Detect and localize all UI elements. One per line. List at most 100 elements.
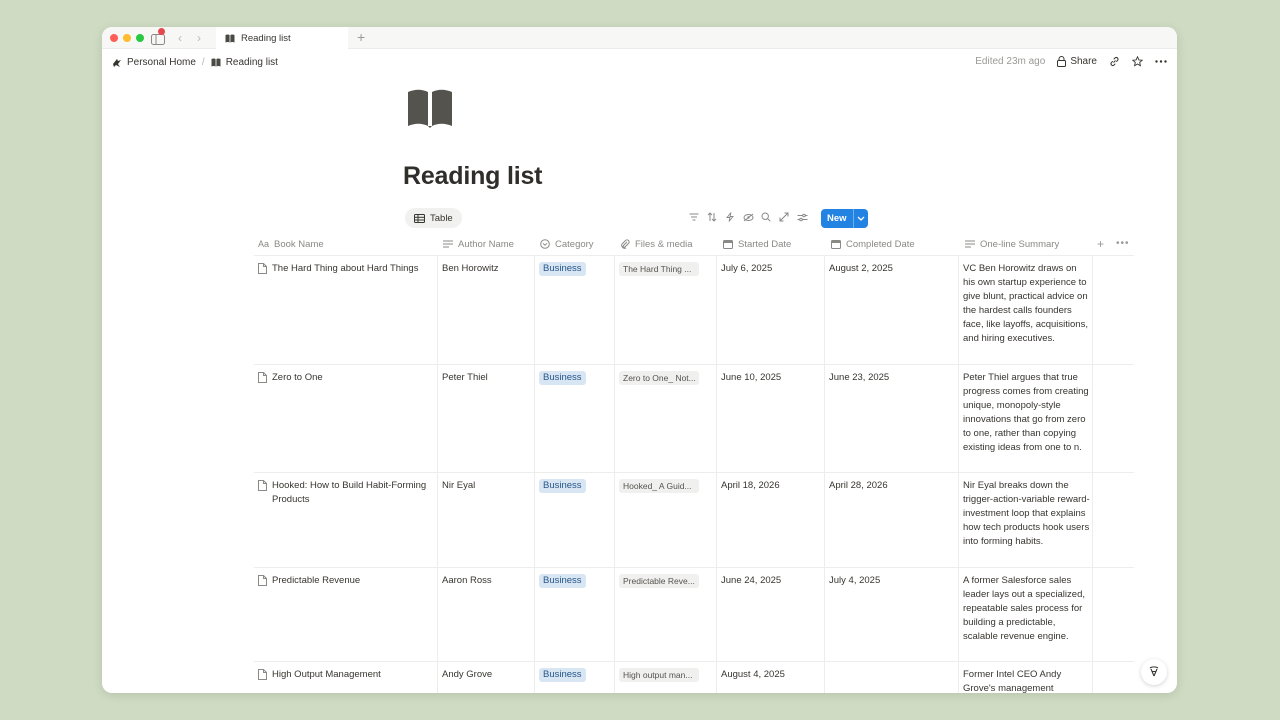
column-label: Started Date [738,238,792,250]
breadcrumb-separator: / [201,57,205,68]
table-icon [414,213,425,223]
star-icon[interactable] [1132,56,1143,67]
lightning-icon[interactable] [724,211,736,223]
column-label: Book Name [274,238,324,250]
expand-icon[interactable] [778,211,790,223]
category-cell[interactable]: Business [539,262,586,276]
files-cell[interactable]: Predictable Reve... [619,574,699,593]
search-icon[interactable] [760,211,772,223]
files-cell[interactable]: Hooked_ A Guid... [619,479,699,498]
table-row[interactable]: The Hard Thing about Hard Things Ben Hor… [254,256,1134,365]
completed-date-cell[interactable]: April 28, 2026 [829,479,888,493]
text-icon [965,240,975,248]
files-cell[interactable]: The Hard Thing ... [619,262,699,281]
book-name-cell[interactable]: Zero to One [258,371,432,388]
calendar-icon [723,239,733,249]
started-date-cell[interactable]: June 10, 2025 [721,371,781,385]
ai-face-icon [1147,665,1161,679]
chevron-down-icon[interactable] [854,216,868,221]
author-cell[interactable]: Nir Eyal [442,479,475,493]
summary-cell[interactable]: VC Ben Horowitz draws on his own startup… [963,262,1091,346]
file-chip[interactable]: Hooked_ A Guid... [619,479,699,493]
author-cell[interactable]: Aaron Ross [442,574,492,588]
files-cell[interactable]: Zero to One_ Not... [619,371,699,390]
calendar-icon [831,239,841,249]
column-header-category[interactable]: Category [536,232,594,256]
category-badge: Business [539,574,586,588]
view-toolbar [688,211,808,223]
author-cell[interactable]: Peter Thiel [442,371,488,385]
author-cell[interactable]: Andy Grove [442,668,492,682]
summary-cell[interactable]: Nir Eyal breaks down the trigger-action-… [963,479,1091,549]
column-header-started-date[interactable]: Started Date [719,232,791,256]
started-date-cell[interactable]: April 18, 2026 [721,479,780,493]
column-header-book-name[interactable]: Aa Book Name [254,232,324,256]
file-chip[interactable]: Zero to One_ Not... [619,371,699,385]
column-label: One-line Summary [980,238,1060,250]
category-cell[interactable]: Business [539,371,586,385]
summary-cell[interactable]: A former Salesforce sales leader lays ou… [963,574,1091,644]
tab-reading-list[interactable]: Reading list [216,27,348,49]
close-window-button[interactable] [110,34,118,42]
completed-date-cell[interactable]: August 2, 2025 [829,262,893,276]
column-header-files-media[interactable]: Files & media [616,232,693,256]
completed-date-cell[interactable]: June 23, 2025 [829,371,889,385]
author-cell[interactable]: Ben Horowitz [442,262,499,276]
filter-icon[interactable] [688,211,700,223]
view-tab-table[interactable]: Table [405,208,462,228]
started-date-cell[interactable]: June 24, 2025 [721,574,781,588]
more-icon[interactable] [1155,60,1167,63]
link-icon[interactable] [1109,56,1120,67]
started-date-cell[interactable]: August 4, 2025 [721,668,785,682]
add-column-plus-icon[interactable]: + [1097,238,1104,250]
table-header: Aa Book Name Author Name Category Files … [254,232,1134,256]
file-chip[interactable]: Predictable Reve... [619,574,699,588]
book-name-cell[interactable]: Hooked: How to Build Habit-Forming Produ… [258,479,432,507]
breadcrumb-reading-list[interactable]: Reading list [211,57,278,68]
table-row[interactable]: High Output Management Andy Grove Busine… [254,662,1134,693]
column-header-summary[interactable]: One-line Summary [961,232,1059,256]
ai-assistant-button[interactable] [1141,659,1167,685]
share-label: Share [1070,56,1097,67]
new-button[interactable]: New [821,209,868,228]
files-cell[interactable]: High output man... [619,668,699,687]
zoom-window-button[interactable] [136,34,144,42]
settings-sliders-icon[interactable] [796,211,808,223]
table-row[interactable]: Hooked: How to Build Habit-Forming Produ… [254,473,1134,568]
file-chip[interactable]: High output man... [619,668,699,682]
completed-date-cell[interactable]: July 4, 2025 [829,574,880,588]
paperclip-icon [620,239,630,249]
column-header-author-name[interactable]: Author Name [439,232,514,256]
plus-icon[interactable]: + [357,30,365,45]
page-title[interactable]: Reading list [403,162,542,191]
column-more-icon[interactable]: ••• [1116,238,1130,250]
category-cell[interactable]: Business [539,479,586,493]
table-row[interactable]: Zero to One Peter Thiel Business Zero to… [254,365,1134,473]
tab-title: Reading list [241,32,291,44]
table-row[interactable]: Predictable Revenue Aaron Ross Business … [254,568,1134,662]
summary-cell[interactable]: Former Intel CEO Andy Grove's management [963,668,1091,693]
share-button[interactable]: Share [1057,56,1097,67]
category-cell[interactable]: Business [539,668,586,682]
open-book-icon[interactable] [406,89,454,129]
book-name-cell[interactable]: The Hard Thing about Hard Things [258,262,432,279]
minimize-window-button[interactable] [123,34,131,42]
column-label: Completed Date [846,238,915,250]
started-date-cell[interactable]: July 6, 2025 [721,262,772,276]
sort-icon[interactable] [706,211,718,223]
forward-arrow-icon[interactable]: › [197,31,201,45]
category-badge: Business [539,668,586,682]
book-name-cell[interactable]: High Output Management [258,668,432,685]
category-badge: Business [539,479,586,493]
book-name-cell[interactable]: Predictable Revenue [258,574,432,591]
column-header-completed-date[interactable]: Completed Date [827,232,915,256]
page-icon [258,669,267,685]
category-cell[interactable]: Business [539,574,586,588]
page-icon [258,263,267,279]
back-arrow-icon[interactable]: ‹ [178,31,182,45]
file-chip[interactable]: The Hard Thing ... [619,262,699,276]
eye-off-icon[interactable] [742,211,754,223]
breadcrumb-personal-home[interactable]: Personal Home [112,57,196,68]
column-label: Category [555,238,594,250]
summary-cell[interactable]: Peter Thiel argues that true progress co… [963,371,1091,455]
